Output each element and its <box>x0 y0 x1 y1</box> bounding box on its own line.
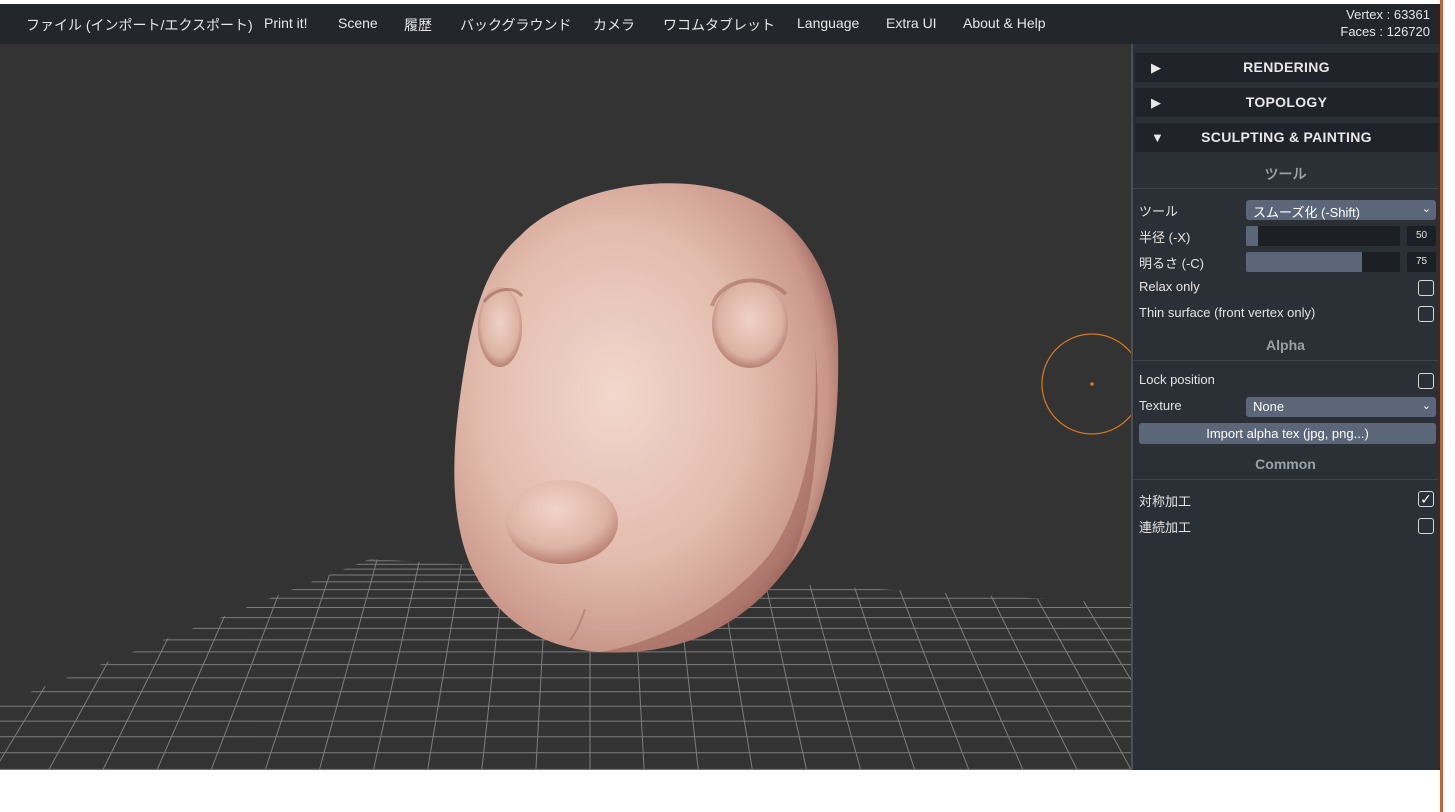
import-alpha-button[interactable]: Import alpha tex (jpg, png...) <box>1139 423 1436 444</box>
symmetry-checkbox[interactable]: ✓ <box>1418 491 1434 507</box>
texture-select[interactable]: None ⌄ <box>1246 397 1436 417</box>
radius-slider[interactable] <box>1246 226 1400 246</box>
chevron-down-icon: ⌄ <box>1421 203 1431 215</box>
app-window: ファイル (インポート/エクスポート) Print it! Scene 履歴 バ… <box>0 4 1440 770</box>
thin-surface-label: Thin surface (front vertex only) <box>1139 305 1316 320</box>
thin-surface-checkbox[interactable] <box>1418 306 1434 322</box>
mesh-stats: Vertex : 63361 Faces : 126720 <box>1340 6 1430 40</box>
menubar: ファイル (インポート/エクスポート) Print it! Scene 履歴 バ… <box>0 4 1440 44</box>
window-edge-handle <box>1443 112 1448 150</box>
texture-label: Texture <box>1139 398 1182 413</box>
menu-scene[interactable]: Scene <box>338 15 378 31</box>
relax-only-checkbox[interactable] <box>1418 280 1434 296</box>
lock-position-checkbox[interactable] <box>1418 373 1434 389</box>
section-common-title: Common <box>1255 456 1316 472</box>
folder-rendering[interactable]: ▶ RENDERING <box>1135 53 1438 82</box>
menu-background[interactable]: バックグラウンド <box>460 15 571 35</box>
viewport-canvas[interactable] <box>0 44 1131 770</box>
tool-select[interactable]: スムーズ化 (-Shift) ⌄ <box>1246 200 1436 220</box>
folder-sculpting-title: SCULPTING & PAINTING <box>1201 129 1372 145</box>
menu-history[interactable]: 履歴 <box>404 15 432 35</box>
face-count: Faces : 126720 <box>1340 24 1430 39</box>
symmetry-label: 対称加工 <box>1139 494 1192 509</box>
section-divider <box>1133 188 1438 189</box>
sculpted-head-model <box>454 183 839 653</box>
continuous-label: 連続加工 <box>1139 520 1192 535</box>
folder-rendering-title: RENDERING <box>1243 59 1330 75</box>
section-divider <box>1133 360 1438 361</box>
radius-label: 半径 (-X) <box>1139 230 1191 245</box>
intensity-label: 明るさ (-C) <box>1139 256 1204 271</box>
radius-slider-fill <box>1246 226 1259 246</box>
section-alpha-title: Alpha <box>1266 337 1305 353</box>
intensity-slider-fill <box>1246 252 1362 272</box>
tool-select-value: スムーズ化 (-Shift) <box>1253 205 1360 220</box>
menu-wacom-tablet[interactable]: ワコムタブレット <box>663 15 775 35</box>
menu-print[interactable]: Print it! <box>264 15 308 31</box>
chevron-down-icon: ⌄ <box>1421 400 1431 412</box>
menu-camera[interactable]: カメラ <box>593 15 635 35</box>
folder-topology[interactable]: ▶ TOPOLOGY <box>1135 88 1438 117</box>
brush-cursor <box>1041 333 1131 435</box>
intensity-slider[interactable] <box>1246 252 1400 272</box>
folder-topology-title: TOPOLOGY <box>1245 94 1328 110</box>
section-divider <box>1133 479 1438 480</box>
section-tool-title: ツール <box>1264 166 1307 182</box>
folder-sculpting-painting[interactable]: ▼ SCULPTING & PAINTING <box>1135 123 1438 152</box>
intensity-value[interactable]: 75 <box>1407 252 1436 272</box>
menu-extra-ui[interactable]: Extra UI <box>886 15 937 31</box>
lock-position-label: Lock position <box>1139 372 1215 387</box>
menu-about-help[interactable]: About & Help <box>963 15 1046 31</box>
viewport-3d[interactable] <box>0 44 1131 770</box>
menu-file[interactable]: ファイル (インポート/エクスポート) <box>26 15 253 35</box>
radius-value[interactable]: 50 <box>1407 226 1436 246</box>
texture-select-value: None <box>1253 399 1285 414</box>
menu-language[interactable]: Language <box>797 15 859 31</box>
continuous-checkbox[interactable] <box>1418 518 1434 534</box>
vertex-count: Vertex : 63361 <box>1346 7 1430 22</box>
sculpt-panel: ▶ RENDERING ▶ TOPOLOGY ▼ SCULPTING & PAI… <box>1131 44 1440 770</box>
relax-only-label: Relax only <box>1139 279 1200 294</box>
tool-label: ツール <box>1139 204 1179 219</box>
